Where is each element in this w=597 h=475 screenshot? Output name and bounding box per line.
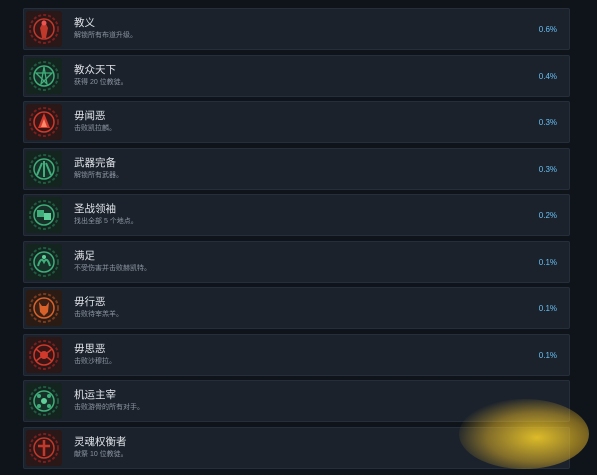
red-flame-heart-icon [26,104,62,140]
achievement-description: 击败凯拉麟。 [74,125,116,132]
achievement-description: 获得 20 位教徒。 [74,78,128,86]
achievement-description: 献祭 10 位教徒。 [74,450,128,458]
unlock-percentage: 0.1% [538,350,557,360]
achievement-row[interactable]: 满足 不受伤害并击败赫凯特。 0.1% [23,240,570,283]
achievement-description: 击败待宰羔羊。 [74,311,123,318]
achievement-title: 毋行恶 [74,296,106,308]
achievement-description: 不受伤害并击败赫凯特。 [74,264,151,272]
red-spider-icon [26,336,62,373]
achievement-row[interactable]: 教义 解锁所有布道升级。 0.6% [23,8,570,50]
achievement-title: 毋思恶 [74,342,106,355]
orange-beast-icon [26,290,62,326]
unlock-percentage: 0.1% [538,304,557,313]
achievement-description: 找出全部 5 个地点。 [74,218,138,225]
achievement-title: 武器完备 [74,156,116,169]
achievement-title: 机运主宰 [74,389,116,401]
achievement-row[interactable]: 灵魂权衡者 献祭 10 位教徒。 [23,426,570,469]
achievement-row[interactable]: 毋思恶 击败沙穆拉。 0.1% [23,333,570,376]
achievement-list: 教义 解锁所有布道升级。 0.6% 教众天下 获得 20 位教徒。 0.4% 毋… [23,8,570,473]
achievement-title: 灵魂权衡者 [74,435,127,448]
green-hands-icon [26,243,62,280]
red-cult-figure-icon [26,11,62,47]
achievement-row[interactable]: 圣战领袖 找出全部 5 个地点。 0.2% [23,194,570,236]
unlock-percentage: 0.1% [538,257,557,267]
green-dice-icon [26,197,62,233]
red-skull-icon [26,429,62,466]
achievement-row[interactable]: 教众天下 获得 20 位教徒。 0.4% [23,54,570,97]
achievement-title: 满足 [74,249,95,262]
unlock-percentage: 0.2% [538,211,557,220]
achievement-title: 圣战领袖 [74,203,116,215]
achievement-description: 解锁所有武器。 [74,171,123,179]
green-weapons-icon [26,150,62,187]
green-dice-wheel-icon [26,383,62,419]
achievement-row[interactable]: 武器完备 解锁所有武器。 0.3% [23,147,570,190]
achievement-description: 击败沙穆拉。 [74,357,116,365]
achievement-row[interactable]: 毋闻恶 击败凯拉麟。 0.3% [23,101,570,143]
green-pentagram-icon [26,57,62,94]
achievement-title: 教义 [74,17,95,29]
achievement-title: 毋闻恶 [74,110,106,122]
unlock-percentage: 0.3% [538,118,557,127]
unlock-percentage: 0.4% [538,71,557,81]
unlock-percentage: 0.3% [538,164,557,174]
achievement-description: 解锁所有布道升级。 [74,32,137,39]
unlock-percentage: 0.6% [538,25,557,34]
achievement-row[interactable]: 毋行恶 击败待宰羔羊。 0.1% [23,287,570,329]
achievement-description: 击败游骨的所有对手。 [74,404,144,411]
achievement-row[interactable]: 机运主宰 击败游骨的所有对手。 [23,380,570,422]
achievement-title: 教众天下 [74,63,116,76]
